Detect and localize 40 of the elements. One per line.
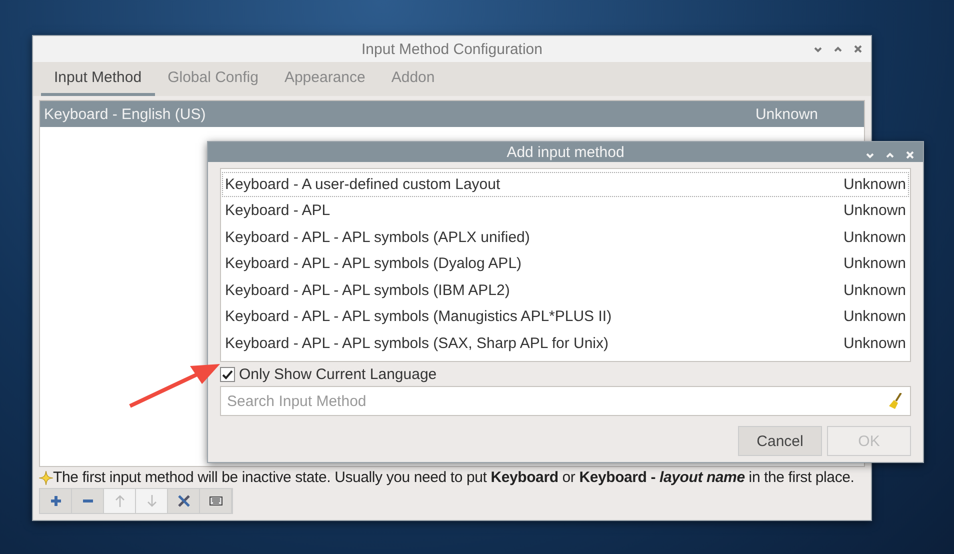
method-name: Keyboard - APL - APL symbols (APLX unified) xyxy=(225,228,530,246)
method-status: Unknown xyxy=(843,308,906,326)
list-item[interactable]: Keyboard - APL - APL symbols (APLX unified) Unknown xyxy=(221,224,910,250)
checkbox-label: Only Show Current Language xyxy=(239,366,437,382)
keyboard-icon xyxy=(208,494,222,508)
list-item[interactable]: Keyboard - APL - APL symbols (Manugistics APL*PLUS II) Unknown xyxy=(221,304,910,330)
plus-icon xyxy=(48,494,62,508)
method-status: Unknown xyxy=(755,106,819,122)
method-status: Unknown xyxy=(843,334,906,352)
list-item[interactable]: Keyboard - APL - APL symbols (Dyalog APL) Unknown xyxy=(221,250,910,277)
checkbox[interactable] xyxy=(220,366,235,382)
list-item[interactable]: Keyboard - APL Unknown xyxy=(221,198,910,224)
method-name: Keyboard - APL - APL symbols (SAX, Sharp APL for Unix) xyxy=(225,334,609,352)
hint-text: The first input method will be inactive state. Usually you need to put Keyboard or Keyboard - layout name in the first place. xyxy=(53,469,854,486)
method-status: Unknown xyxy=(843,176,906,193)
dialog-button[interactable]: Cancel xyxy=(738,426,822,456)
search-field[interactable]: Search Input Method xyxy=(220,386,911,416)
tab[interactable]: Input Method xyxy=(41,62,155,96)
dialog-title: Add input method xyxy=(506,144,624,160)
method-status: Unknown xyxy=(843,228,906,246)
method-status: Unknown xyxy=(843,202,906,220)
list-item[interactable]: Keyboard - A user-defined custom Layout Unknown xyxy=(221,171,910,198)
method-name: Keyboard - APL - APL symbols (Dyalog APL) xyxy=(225,255,522,272)
method-status: Unknown xyxy=(843,282,906,299)
list-item[interactable]: Keyboard - APL - APL symbols (IBM APL2) Unknown xyxy=(221,277,910,304)
minus-button[interactable] xyxy=(72,489,104,513)
down-arrow-icon xyxy=(144,494,158,508)
list-item[interactable]: Keyboard - APL - APL symbols (SAX, Sharp APL for Unix) Unknown xyxy=(221,330,910,356)
method-name: Keyboard - English (US) xyxy=(44,106,206,122)
method-status: Unknown xyxy=(843,255,906,272)
method-name: Keyboard - A user-defined custom Layout xyxy=(225,176,500,193)
sparkle-icon xyxy=(39,470,53,484)
broom-icon[interactable] xyxy=(889,393,903,409)
method-name: Keyboard - APL - APL symbols (Manugistics APL*PLUS II) xyxy=(225,308,612,326)
method-name: Keyboard - APL - APL symbols (IBM APL2) xyxy=(225,282,510,299)
keyboard-button[interactable] xyxy=(200,489,232,513)
window-title: Input Method Configuration xyxy=(362,40,542,58)
plus-button[interactable] xyxy=(40,489,72,513)
method-name: Keyboard - APL xyxy=(225,202,330,220)
tools-button[interactable] xyxy=(168,489,200,513)
